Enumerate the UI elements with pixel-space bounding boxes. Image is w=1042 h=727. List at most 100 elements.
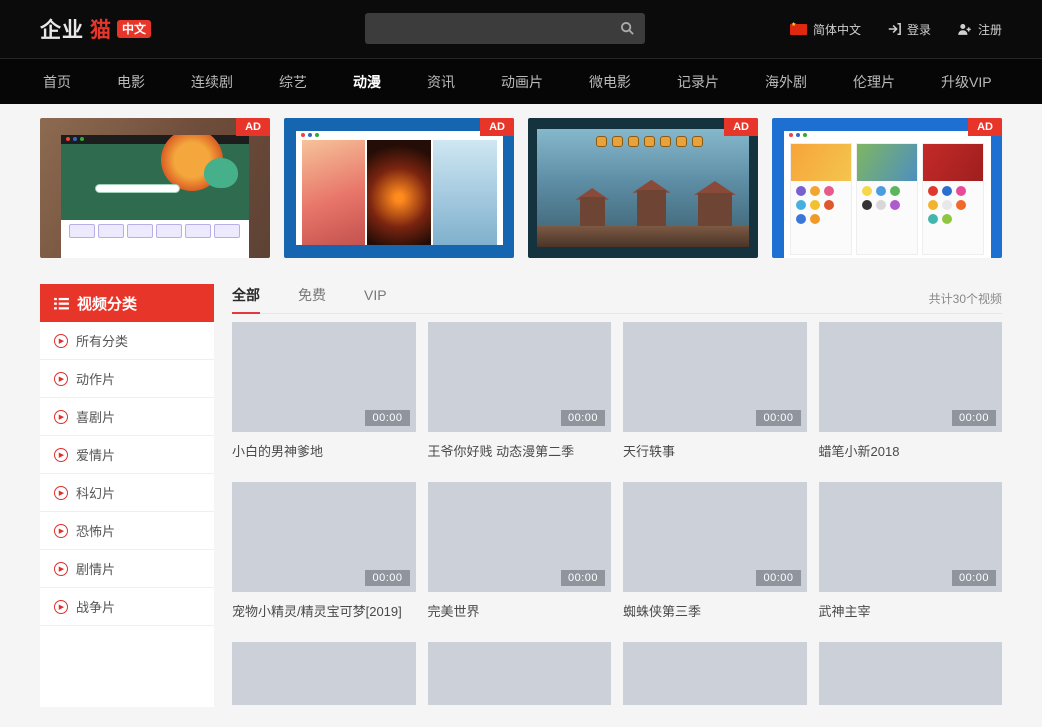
video-thumbnail-partial[interactable]	[819, 642, 1003, 705]
video-card[interactable]: 00:00蜡笔小新2018	[819, 322, 1003, 460]
tab-2[interactable]: 免费	[298, 284, 326, 314]
video-thumbnail-partial[interactable]	[428, 642, 612, 705]
sidebar-item-label: 爱情片	[76, 445, 115, 464]
language-switch[interactable]: 简体中文	[790, 21, 861, 38]
ad-banner-3[interactable]: AD	[528, 118, 758, 258]
video-thumbnail-partial[interactable]	[623, 642, 807, 705]
nav-item-8[interactable]: 微电影	[566, 72, 654, 92]
video-thumbnail: 00:00	[623, 322, 807, 432]
play-circle-icon: ▶	[54, 486, 68, 500]
nav-item-9[interactable]: 记录片	[654, 72, 742, 92]
logo-text-1: 企业	[40, 14, 84, 44]
video-card[interactable]: 00:00武神主宰	[819, 482, 1003, 620]
video-thumbnail: 00:00	[819, 322, 1003, 432]
register-link[interactable]: 注册	[957, 21, 1002, 38]
video-thumbnail: 00:00	[428, 482, 612, 592]
nav-item-1[interactable]: 首页	[20, 72, 94, 92]
nav-item-11[interactable]: 伦理片	[830, 72, 918, 92]
login-link[interactable]: 登录	[887, 21, 931, 38]
nav-item-6[interactable]: 资讯	[404, 72, 478, 92]
video-thumbnail: 00:00	[428, 322, 612, 432]
video-title: 完美世界	[428, 601, 612, 620]
nav-item-7[interactable]: 动画片	[478, 72, 566, 92]
register-label: 注册	[978, 21, 1002, 38]
video-card[interactable]: 00:00 蜘蛛侠第三季	[623, 482, 807, 620]
sidebar-item-label: 恐怖片	[76, 521, 115, 540]
duration-badge: 00:00	[561, 410, 605, 426]
search-input[interactable]	[365, 21, 609, 36]
main-area: 视频分类 ▶所有分类▶动作片▶喜剧片▶爱情片▶科幻片▶恐怖片▶剧情片▶战争片 全…	[40, 284, 1002, 707]
duration-badge: 00:00	[365, 410, 409, 426]
filter-tabs: 全部 免费 VIP 共计30个视频	[232, 284, 1002, 314]
video-title: 天行轶事	[623, 441, 807, 460]
video-title: 小白的男神爹地	[232, 441, 416, 460]
language-label: 简体中文	[813, 21, 861, 38]
sidebar-item-2[interactable]: ▶ 动作片	[40, 360, 214, 398]
logo-lang-badge: 中文	[117, 20, 151, 38]
login-label: 登录	[907, 21, 931, 38]
banner-art	[537, 129, 749, 247]
play-circle-icon: ▶	[54, 600, 68, 614]
duration-badge: 00:00	[952, 410, 996, 426]
ad-banner-row: AD AD AD AD	[40, 118, 1002, 258]
sidebar-item-5[interactable]: ▶ 科幻片	[40, 474, 214, 512]
nav-item-5[interactable]: 动漫	[330, 72, 404, 92]
play-circle-icon: ▶	[54, 372, 68, 386]
search-button[interactable]	[609, 13, 645, 44]
video-card[interactable]: 00:00 天行轶事	[623, 322, 807, 460]
nav-item-3[interactable]: 连续剧	[168, 72, 256, 92]
main-nav: 首页电影连续剧综艺动漫资讯动画片微电影记录片海外剧伦理片升级VIP	[0, 58, 1042, 104]
ad-badge: AD	[236, 118, 270, 136]
video-title: 王爷你好贱 动态漫第二季	[428, 441, 612, 460]
banner-art	[784, 131, 991, 258]
video-card[interactable]: 00:00 完美世界	[428, 482, 612, 620]
sidebar-item-label: 科幻片	[76, 483, 115, 502]
video-count-text: 共计30个视频	[929, 290, 1002, 307]
nav-item-10[interactable]: 海外剧	[742, 72, 830, 92]
nav-item-2[interactable]: 电影	[94, 72, 168, 92]
sidebar-item-6[interactable]: ▶ 恐怖片	[40, 512, 214, 550]
category-list: ▶所有分类▶动作片▶喜剧片▶爱情片▶科幻片▶恐怖片▶剧情片▶战争片	[40, 322, 214, 626]
play-circle-icon: ▶	[54, 524, 68, 538]
duration-badge: 00:00	[365, 570, 409, 586]
sidebar-item-4[interactable]: ▶爱情片	[40, 436, 214, 474]
site-logo[interactable]: 企业猫 中文	[40, 14, 151, 44]
ad-banner-4[interactable]: AD	[772, 118, 1002, 258]
ad-banner-2[interactable]: AD	[284, 118, 514, 258]
login-icon	[887, 22, 901, 36]
sidebar-item-8[interactable]: ▶战争片	[40, 588, 214, 626]
sidebar-header: 视频分类	[40, 284, 214, 322]
play-circle-icon: ▶	[54, 562, 68, 576]
video-title: 蜘蛛侠第三季	[623, 601, 807, 620]
video-thumbnail: 00:00	[232, 482, 416, 592]
sidebar-item-7[interactable]: ▶剧情片	[40, 550, 214, 588]
search-icon	[620, 21, 635, 36]
video-card[interactable]: 00:00 小白的男神爹地	[232, 322, 416, 460]
top-right-links: 简体中文 登录 注册	[790, 21, 1002, 38]
sidebar-title: 视频分类	[77, 293, 137, 314]
sidebar-item-3[interactable]: ▶喜剧片	[40, 398, 214, 436]
video-thumbnail-partial[interactable]	[232, 642, 416, 705]
duration-badge: 00:00	[756, 570, 800, 586]
category-sidebar: 视频分类 ▶所有分类▶动作片▶喜剧片▶爱情片▶科幻片▶恐怖片▶剧情片▶战争片	[40, 284, 214, 707]
video-content: 全部 免费 VIP 共计30个视频 00:00 小白的男神爹地 00:00 王爷你好贱 动态…	[232, 284, 1002, 705]
sidebar-item-label: 喜剧片	[76, 407, 115, 426]
tab-1[interactable]: 全部	[232, 284, 260, 314]
nav-item-4[interactable]: 综艺	[256, 72, 330, 92]
tab-3[interactable]: VIP	[364, 284, 387, 314]
duration-badge: 00:00	[561, 570, 605, 586]
video-card[interactable]: 00:00 王爷你好贱 动态漫第二季	[428, 322, 612, 460]
top-bar: 企业猫 中文 简体中文 登录	[0, 0, 1042, 58]
ad-badge: AD	[724, 118, 758, 136]
video-card[interactable]: 00:00宠物小精灵/精灵宝可梦[2019]	[232, 482, 416, 620]
logo-text-2: 猫	[90, 14, 111, 44]
search-bar	[365, 13, 645, 44]
sidebar-item-label: 动作片	[76, 369, 115, 388]
ad-banner-1[interactable]: AD	[40, 118, 270, 258]
play-circle-icon: ▶	[54, 334, 68, 348]
sidebar-item-1[interactable]: ▶所有分类	[40, 322, 214, 360]
duration-badge: 00:00	[952, 570, 996, 586]
list-icon	[54, 297, 69, 310]
nav-item-12[interactable]: 升级VIP	[918, 72, 1015, 92]
ad-badge: AD	[480, 118, 514, 136]
